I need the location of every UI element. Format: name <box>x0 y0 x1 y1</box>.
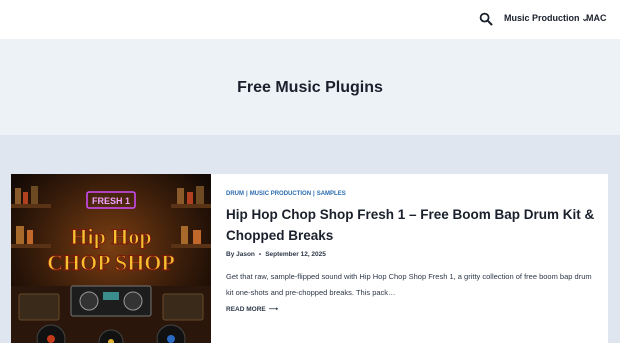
category-separator: | <box>313 191 315 197</box>
archive-hero: Free Music Plugins <box>0 39 620 135</box>
post-meta: By Jason • September 12, 2025 <box>226 251 326 258</box>
site-header: Music Production ⌄ MAC <box>0 0 620 39</box>
post-date: September 12, 2025 <box>265 251 326 258</box>
read-more-link[interactable]: READ MORE ⟶ <box>226 305 278 313</box>
post-author: By Jason <box>226 251 255 258</box>
nav-item-music-production[interactable]: Music Production ⌄ <box>504 13 588 23</box>
category-link-music-production[interactable]: MUSIC PRODUCTION <box>250 191 311 197</box>
nav-item-label: Music Production <box>504 13 580 23</box>
category-link-drum[interactable]: DRUM <box>226 191 244 197</box>
category-link-samples[interactable]: SAMPLES <box>317 191 346 197</box>
post-thumbnail[interactable]: FRESH 1 Hip Hop CHOP SHOP <box>11 174 211 343</box>
arrow-right-icon: ⟶ <box>268 306 279 313</box>
post-excerpt: Get that raw, sample-flipped sound with … <box>226 272 592 297</box>
nav-item-mac[interactable]: MAC <box>586 13 607 23</box>
read-more-label: READ MORE <box>226 306 266 313</box>
post-title-link[interactable]: Hip Hop Chop Shop Fresh 1 – Free Boom Ba… <box>226 204 596 246</box>
logo-line-2: CHOP SHOP <box>47 250 175 275</box>
neon-sign-text: FRESH 1 <box>92 196 130 206</box>
post-categories: DRUM | MUSIC PRODUCTION | SAMPLES <box>226 191 346 197</box>
logo-line-1: Hip Hop <box>70 224 151 249</box>
meta-separator-dot: • <box>258 251 262 258</box>
category-separator: | <box>246 191 248 197</box>
post-card: FRESH 1 Hip Hop CHOP SHOP DRUM | MUSIC PRO… <box>11 174 608 343</box>
search-icon[interactable] <box>479 12 493 26</box>
page-title: Free Music Plugins <box>237 79 383 96</box>
nav-item-label: MAC <box>586 13 607 23</box>
